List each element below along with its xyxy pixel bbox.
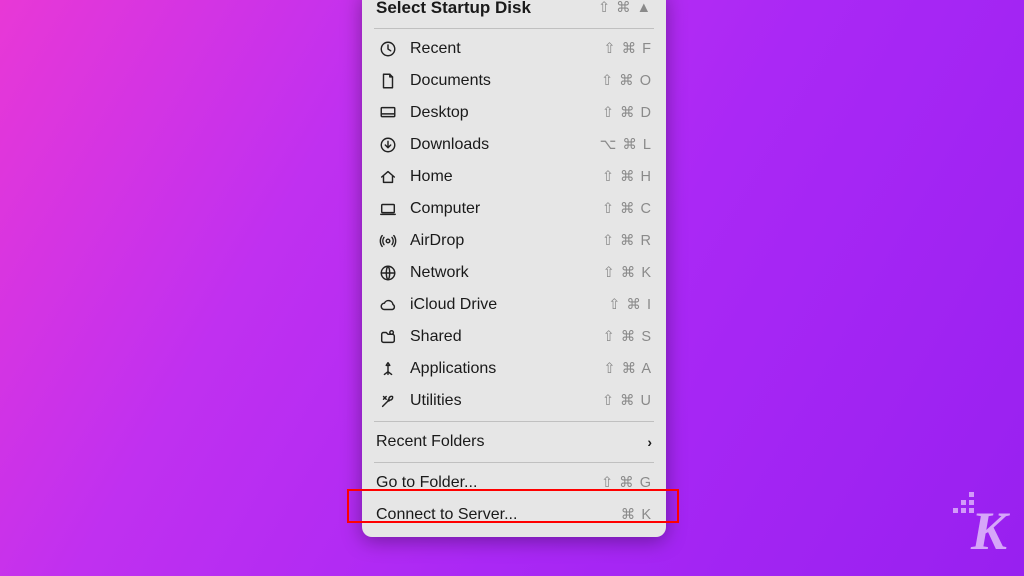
menu-item-label: Recent <box>410 40 590 58</box>
menu-item-shortcut: ⇧ ⌘ F <box>590 41 652 57</box>
menu-item-shortcut: ⇧ ⌘ D <box>590 105 652 121</box>
menu-item-shortcut: ⌥ ⌘ L <box>590 137 652 153</box>
menu-item-icloud-drive[interactable]: iCloud Drive ⇧ ⌘ I <box>362 289 666 321</box>
menu-item-label: Go to Folder... <box>376 474 590 492</box>
apps-icon <box>376 359 400 379</box>
menu-item-label: Documents <box>410 72 590 90</box>
menu-item-shortcut: ⇧ ⌘ U <box>590 393 652 409</box>
menu-item-shortcut: ⌘ K <box>590 507 652 523</box>
network-icon <box>376 263 400 283</box>
menu-item-label: Recent Folders <box>376 433 647 451</box>
computer-icon <box>376 199 400 219</box>
download-icon <box>376 135 400 155</box>
menu-item-shortcut: ⇧ ⌘ ▲ <box>590 0 652 16</box>
menu-item-shortcut: ⇧ ⌘ S <box>590 329 652 345</box>
menu-item-label: Utilities <box>410 392 590 410</box>
utilities-icon <box>376 391 400 411</box>
menu-item-recent-folders[interactable]: Recent Folders › <box>362 426 666 458</box>
chevron-right-icon: › <box>647 434 652 450</box>
desktop-icon <box>376 103 400 123</box>
clock-icon <box>376 39 400 59</box>
menu-item-label: Desktop <box>410 104 590 122</box>
menu-item-desktop[interactable]: Desktop ⇧ ⌘ D <box>362 97 666 129</box>
menu-item-shortcut: ⇧ ⌘ K <box>590 265 652 281</box>
menu-item-label: Computer <box>410 200 590 218</box>
watermark-logo: K <box>971 500 1006 562</box>
menu-item-shortcut: ⇧ ⌘ R <box>590 233 652 249</box>
menu-item-airdrop[interactable]: AirDrop ⇧ ⌘ R <box>362 225 666 257</box>
menu-item-label: AirDrop <box>410 232 590 250</box>
menu-item-label: Downloads <box>410 136 590 154</box>
menu-divider <box>374 462 654 463</box>
menu-item-shortcut: ⇧ ⌘ G <box>590 475 652 491</box>
menu-item-downloads[interactable]: Downloads ⌥ ⌘ L <box>362 129 666 161</box>
menu-item-label: Connect to Server... <box>376 506 590 524</box>
menu-item-go-to-folder[interactable]: Go to Folder... ⇧ ⌘ G <box>362 467 666 499</box>
menu-item-label: Select Startup Disk <box>376 0 590 18</box>
home-icon <box>376 167 400 187</box>
shared-icon <box>376 327 400 347</box>
menu-item-computer[interactable]: Computer ⇧ ⌘ C <box>362 193 666 225</box>
menu-item-shortcut: ⇧ ⌘ A <box>590 361 652 377</box>
menu-item-utilities[interactable]: Utilities ⇧ ⌘ U <box>362 385 666 417</box>
menu-item-label: Shared <box>410 328 590 346</box>
menu-item-applications[interactable]: Applications ⇧ ⌘ A <box>362 353 666 385</box>
menu-item-label: iCloud Drive <box>410 296 590 314</box>
menu-item-label: Network <box>410 264 590 282</box>
menu-item-documents[interactable]: Documents ⇧ ⌘ O <box>362 65 666 97</box>
watermark-letter: K <box>971 501 1006 561</box>
go-menu: Select Startup Disk ⇧ ⌘ ▲ Recent ⇧ ⌘ F D… <box>362 0 666 537</box>
menu-item-shortcut: ⇧ ⌘ H <box>590 169 652 185</box>
cloud-icon <box>376 295 400 315</box>
menu-item-shortcut: ⇧ ⌘ I <box>590 297 652 313</box>
menu-item-home[interactable]: Home ⇧ ⌘ H <box>362 161 666 193</box>
menu-item-shortcut: ⇧ ⌘ O <box>590 73 652 89</box>
menu-item-label: Home <box>410 168 590 186</box>
menu-item-network[interactable]: Network ⇧ ⌘ K <box>362 257 666 289</box>
menu-divider <box>374 421 654 422</box>
menu-item-recent[interactable]: Recent ⇧ ⌘ F <box>362 33 666 65</box>
menu-item-label: Applications <box>410 360 590 378</box>
menu-item-connect-to-server[interactable]: Connect to Server... ⌘ K <box>362 499 666 531</box>
menu-item-select-startup-disk[interactable]: Select Startup Disk ⇧ ⌘ ▲ <box>362 0 666 24</box>
airdrop-icon <box>376 231 400 251</box>
document-icon <box>376 71 400 91</box>
menu-divider <box>374 28 654 29</box>
menu-item-shortcut: ⇧ ⌘ C <box>590 201 652 217</box>
menu-item-shared[interactable]: Shared ⇧ ⌘ S <box>362 321 666 353</box>
